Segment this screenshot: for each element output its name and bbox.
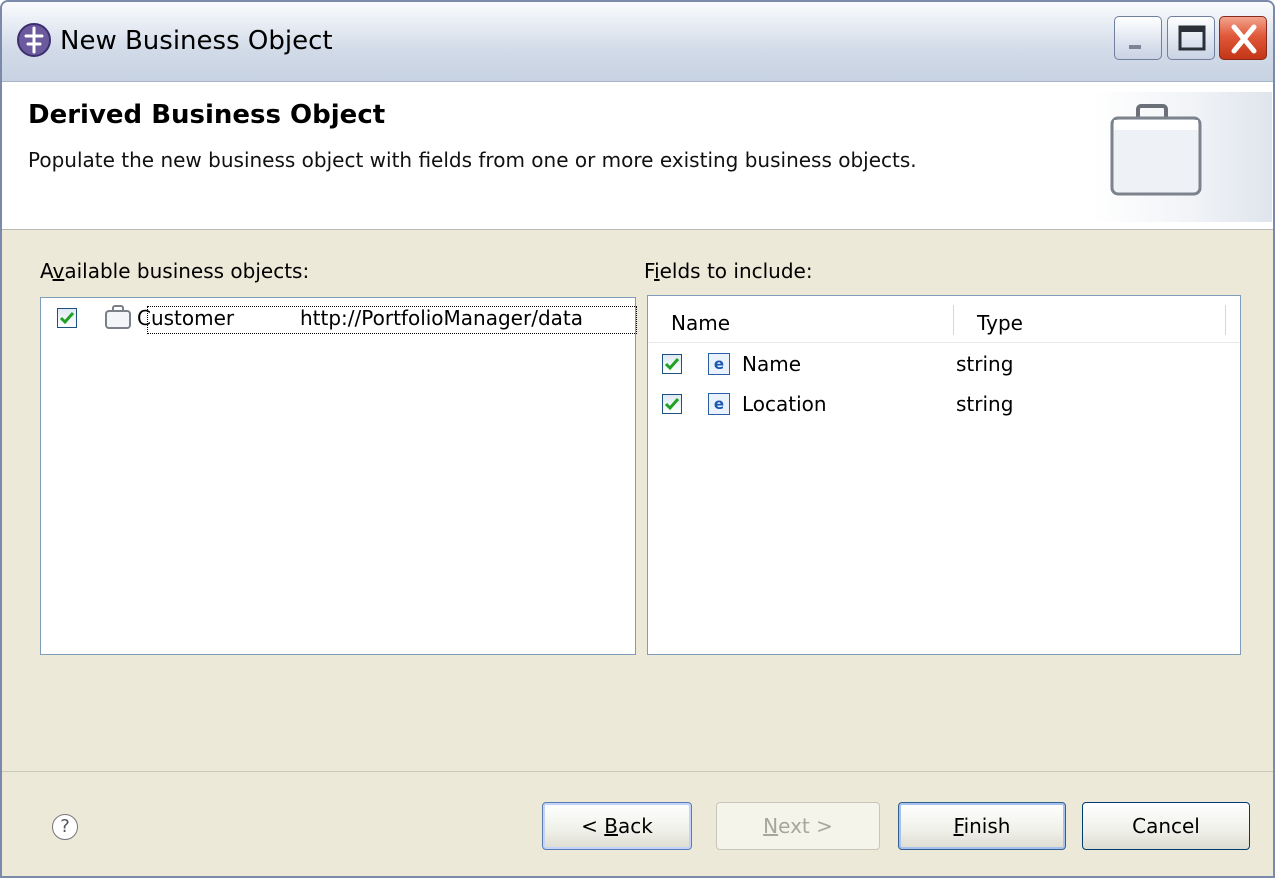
back-button[interactable]: < Back [542, 802, 692, 850]
wizard-content: Available business objects: Fields to in… [2, 231, 1273, 771]
next-button[interactable]: Next > [716, 802, 880, 850]
table-row[interactable]: e Name string [662, 348, 1242, 384]
list-item[interactable]: Customer http://PortfolioManager/data [53, 304, 637, 334]
page-description: Populate the new business object with fi… [28, 148, 917, 172]
column-header-name[interactable]: Name [671, 311, 730, 335]
field-checkbox[interactable] [662, 354, 682, 374]
element-icon: e [708, 393, 730, 415]
field-type: string [956, 352, 1014, 376]
app-icon [17, 23, 51, 57]
briefcase-icon [1110, 104, 1202, 196]
close-icon [1231, 24, 1257, 54]
wizard-footer: ? < Back Next > Finish Cancel [2, 771, 1273, 876]
available-objects-list[interactable]: Customer http://PortfolioManager/data [40, 297, 637, 655]
minimize-icon [1129, 45, 1141, 49]
object-name: Customer [137, 306, 235, 330]
checkmark-icon [664, 398, 680, 411]
available-objects-label: Available business objects: [40, 259, 310, 283]
element-icon: e [708, 353, 730, 375]
help-icon[interactable]: ? [52, 814, 78, 840]
fields-table[interactable]: Name Type e Name string e Location strin… [647, 295, 1241, 655]
field-checkbox[interactable] [662, 394, 682, 414]
table-row[interactable]: e Location string [662, 388, 1242, 424]
field-name: Location [742, 392, 827, 416]
maximize-button[interactable] [1167, 16, 1215, 60]
header-banner-art [1092, 92, 1272, 222]
finish-button[interactable]: Finish [898, 802, 1066, 850]
dialog-window: New Business Object Derived Business Obj… [0, 0, 1275, 878]
field-type: string [956, 392, 1014, 416]
wizard-header: Derived Business Object Populate the new… [2, 82, 1273, 230]
fields-to-include-label: Fields to include: [644, 259, 813, 283]
checkmark-icon [59, 312, 75, 325]
maximize-icon [1178, 25, 1206, 51]
checkmark-icon [664, 358, 680, 371]
cancel-button[interactable]: Cancel [1082, 802, 1250, 850]
page-title: Derived Business Object [28, 100, 386, 130]
business-object-icon [105, 305, 131, 329]
column-divider[interactable] [1225, 305, 1227, 335]
object-namespace: http://PortfolioManager/data [300, 306, 583, 330]
column-header-type[interactable]: Type [977, 311, 1023, 335]
minimize-button[interactable] [1114, 16, 1162, 60]
column-divider[interactable] [953, 305, 955, 335]
table-header: Name Type [649, 297, 1239, 343]
window-title: New Business Object [60, 26, 333, 56]
close-button[interactable] [1219, 16, 1267, 60]
field-name: Name [742, 352, 802, 376]
customer-checkbox[interactable] [57, 308, 77, 328]
title-bar[interactable]: New Business Object [2, 2, 1273, 82]
